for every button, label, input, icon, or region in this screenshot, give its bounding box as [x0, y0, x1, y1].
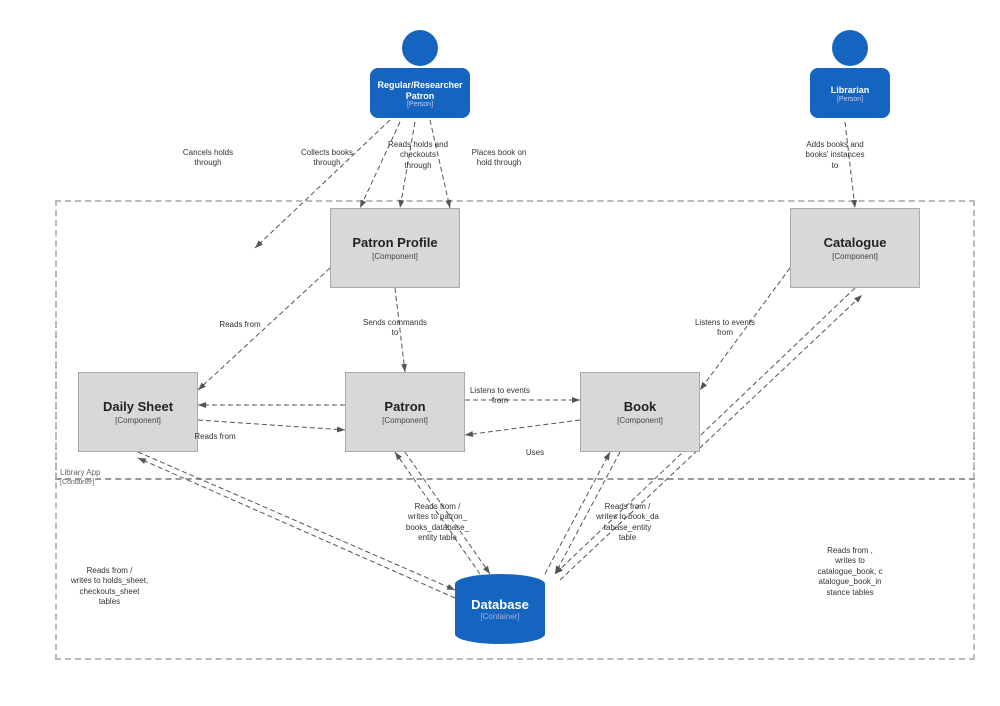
- patron-actor-body: Regular/Researcher Patron [Person]: [370, 68, 470, 118]
- daily-sheet-component: Daily Sheet [Component]: [78, 372, 198, 452]
- patron-name: Patron: [384, 399, 425, 414]
- book-type: [Component]: [617, 416, 663, 425]
- librarian-actor-type: [Person]: [837, 96, 863, 103]
- database-node: Database [Container]: [455, 574, 545, 644]
- patron-profile-name: Patron Profile: [352, 235, 437, 250]
- db-bottom: [455, 624, 545, 644]
- patron-actor-head: [402, 30, 438, 66]
- edge-label-cancels: Cancels holdsthrough: [168, 148, 248, 169]
- book-component: Book [Component]: [580, 372, 700, 452]
- librarian-actor-name: Librarian: [831, 85, 870, 96]
- librarian-actor-head: [832, 30, 868, 66]
- patron-type: [Component]: [382, 416, 428, 425]
- library-app-label: Library App[Container]: [60, 468, 100, 486]
- edge-label-reads-holds: Reads holds andcheckoutsthrough: [378, 140, 458, 171]
- librarian-actor-body: Librarian [Person]: [810, 68, 890, 118]
- patron-profile-type: [Component]: [372, 252, 418, 261]
- diagram: Library App[Container]: [0, 0, 1000, 706]
- catalogue-name: Catalogue: [824, 235, 887, 250]
- db-type: [Container]: [480, 612, 519, 621]
- catalogue-type: [Component]: [832, 252, 878, 261]
- patron-actor-node: Regular/Researcher Patron [Person]: [370, 30, 470, 118]
- patron-profile-component: Patron Profile [Component]: [330, 208, 460, 288]
- edge-label-places: Places book onhold through: [464, 148, 534, 169]
- edge-label-adds: Adds books andbooks' instancesto: [790, 140, 880, 171]
- daily-sheet-type: [Component]: [115, 416, 161, 425]
- patron-actor-name: Regular/Researcher Patron: [377, 80, 462, 102]
- patron-actor-type: [Person]: [407, 101, 433, 108]
- daily-sheet-name: Daily Sheet: [103, 399, 173, 414]
- catalogue-component: Catalogue [Component]: [790, 208, 920, 288]
- db-name: Database: [471, 597, 529, 612]
- librarian-actor-node: Librarian [Person]: [810, 30, 890, 118]
- patron-component: Patron [Component]: [345, 372, 465, 452]
- book-name: Book: [624, 399, 657, 414]
- edge-label-collects: Collects booksthrough: [292, 148, 362, 169]
